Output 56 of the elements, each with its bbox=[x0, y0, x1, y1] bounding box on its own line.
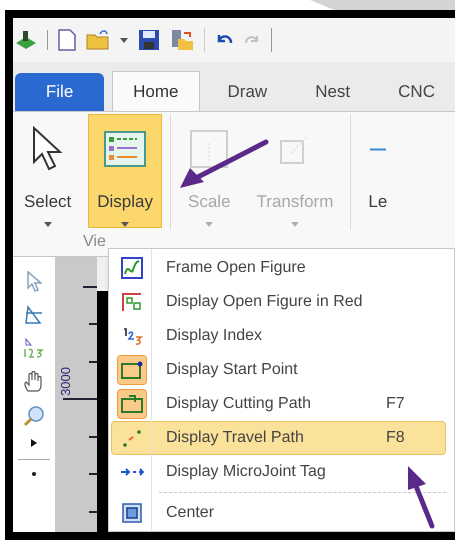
play-icon[interactable] bbox=[31, 439, 37, 447]
ribbon-button[interactable]: Display bbox=[88, 114, 162, 228]
menu-item-label: Display Open Figure in Red bbox=[166, 292, 364, 312]
file-tab[interactable]: File bbox=[15, 73, 104, 111]
menu-item-label: Display Index bbox=[166, 326, 264, 346]
pointer-icon bbox=[30, 126, 65, 172]
scale-icon bbox=[189, 128, 230, 169]
menu-item-label: Display Cutting Path bbox=[166, 394, 312, 414]
ribbon-tab[interactable]: Home bbox=[112, 71, 200, 111]
menu-item-label: Display MicroJoint Tag bbox=[166, 462, 327, 482]
ribbon-button[interactable]: Le bbox=[359, 114, 396, 228]
shortcut-label: F7 bbox=[386, 394, 405, 414]
triangle-icon[interactable] bbox=[24, 305, 44, 325]
caret-icon bbox=[121, 222, 130, 227]
joint-icon bbox=[120, 466, 144, 478]
caret-icon bbox=[205, 222, 214, 227]
menu-item[interactable]: Frame Open Figure bbox=[111, 251, 446, 285]
center-icon bbox=[122, 503, 142, 523]
numbers-icon[interactable] bbox=[23, 337, 45, 359]
menu-item[interactable]: Display MicroJoint Tag bbox=[111, 455, 446, 489]
menu-item-label: Display Start Point bbox=[166, 360, 299, 380]
shapes-icon bbox=[121, 291, 143, 313]
menu-item[interactable]: Center bbox=[111, 496, 446, 530]
new-file-icon[interactable] bbox=[58, 29, 76, 51]
menu-item[interactable]: Display Cutting Path F7 bbox=[111, 387, 446, 421]
menu-item[interactable]: Display Start Point bbox=[111, 353, 446, 387]
menu-item[interactable]: Display Travel Path F8 bbox=[111, 421, 446, 455]
caret-icon bbox=[290, 222, 299, 227]
pointer-icon[interactable] bbox=[26, 271, 42, 293]
menu-item[interactable]: Display Open Figure in Red bbox=[111, 285, 446, 319]
ribbon-tab[interactable]: Draw bbox=[208, 73, 288, 111]
ribbon-button[interactable]: Select bbox=[15, 114, 80, 228]
caret-icon bbox=[120, 38, 128, 42]
numbers-icon bbox=[121, 325, 143, 347]
ribbon-tab[interactable]: CNC bbox=[378, 73, 455, 111]
menu-item-label: Frame Open Figure bbox=[166, 258, 307, 278]
line-icon bbox=[370, 148, 386, 150]
menu-item[interactable]: Display Index bbox=[111, 319, 446, 353]
device-folder-icon[interactable] bbox=[170, 29, 194, 51]
ruler-label: 3000 bbox=[57, 367, 69, 396]
open-folder-icon[interactable] bbox=[86, 29, 110, 51]
ribbon-tab[interactable]: Nest bbox=[295, 73, 370, 111]
group-label: Vie bbox=[83, 232, 106, 252]
dots-icon bbox=[122, 428, 142, 448]
path-icon bbox=[120, 394, 144, 414]
save-icon[interactable] bbox=[138, 29, 160, 51]
magnifier-icon[interactable] bbox=[23, 405, 45, 427]
list-icon bbox=[104, 130, 146, 167]
curve-icon bbox=[121, 257, 143, 279]
menu-item-label: Display Travel Path bbox=[166, 428, 305, 448]
rectangle-point-icon bbox=[120, 360, 144, 380]
shortcut-label: F8 bbox=[386, 428, 405, 448]
dot-icon[interactable] bbox=[32, 472, 36, 476]
app-icon bbox=[15, 29, 37, 51]
caret-icon bbox=[44, 222, 52, 227]
menu-item-label: Center bbox=[166, 503, 216, 523]
